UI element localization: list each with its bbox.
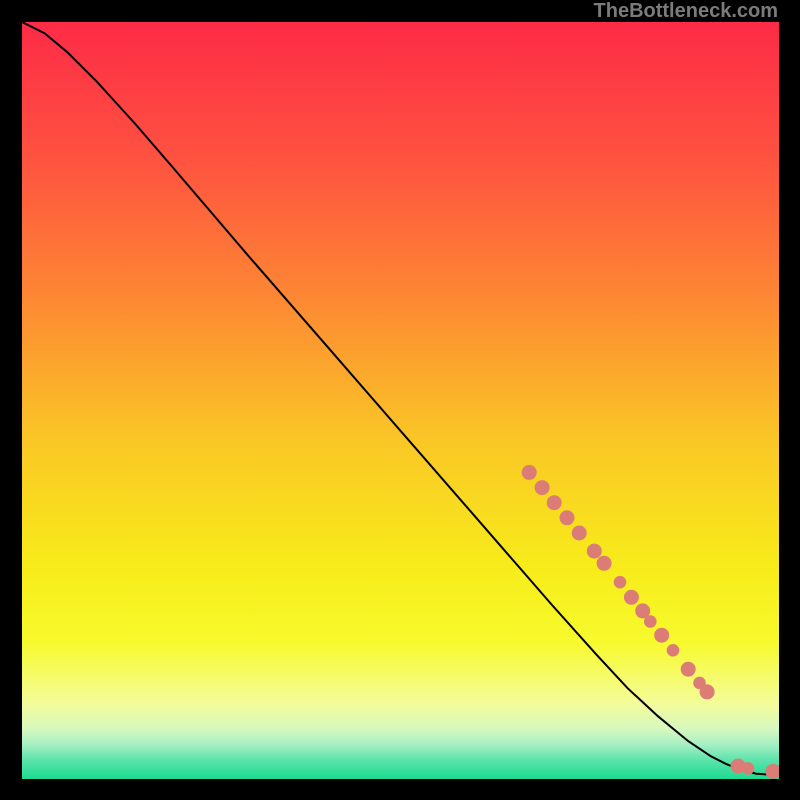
data-marker — [681, 662, 696, 677]
data-marker — [644, 615, 657, 628]
data-marker — [597, 556, 612, 571]
data-marker — [614, 576, 627, 589]
data-marker — [572, 526, 587, 541]
watermark-text: TheBottleneck.com — [594, 0, 778, 23]
data-marker — [535, 480, 550, 495]
data-marker — [742, 762, 755, 775]
plot-area — [22, 22, 779, 779]
data-marker — [624, 590, 639, 605]
data-marker — [654, 628, 669, 643]
data-marker — [667, 644, 680, 657]
data-marker — [522, 465, 537, 480]
chart-frame: TheBottleneck.com — [0, 0, 800, 800]
data-marker — [587, 544, 602, 559]
data-marker — [547, 495, 562, 510]
data-marker — [700, 684, 715, 699]
chart-svg — [22, 22, 779, 779]
gradient-background — [22, 22, 779, 779]
data-marker — [560, 510, 575, 525]
